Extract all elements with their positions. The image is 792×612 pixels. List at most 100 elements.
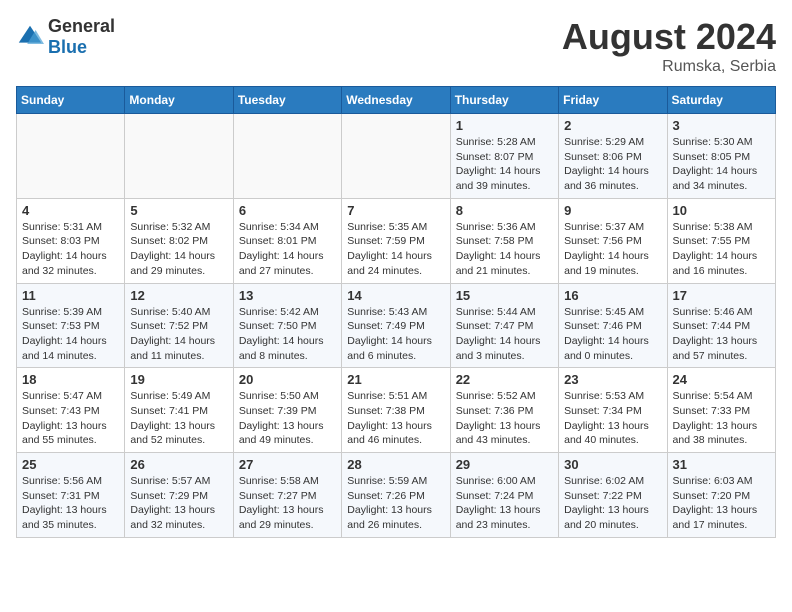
day-info: Sunrise: 5:50 AMSunset: 7:39 PMDaylight:…: [239, 389, 336, 448]
weekday-header-thursday: Thursday: [450, 87, 558, 114]
day-info: Sunrise: 5:56 AMSunset: 7:31 PMDaylight:…: [22, 474, 119, 533]
weekday-header-saturday: Saturday: [667, 87, 775, 114]
day-info: Sunrise: 5:49 AMSunset: 7:41 PMDaylight:…: [130, 389, 227, 448]
calendar-cell: [342, 114, 450, 199]
day-number: 9: [564, 203, 661, 218]
calendar-cell: 12 Sunrise: 5:40 AMSunset: 7:52 PMDayligh…: [125, 283, 233, 368]
day-number: 26: [130, 457, 227, 472]
day-info: Sunrise: 6:02 AMSunset: 7:22 PMDaylight:…: [564, 474, 661, 533]
weekday-header-sunday: Sunday: [17, 87, 125, 114]
day-info: Sunrise: 6:03 AMSunset: 7:20 PMDaylight:…: [673, 474, 770, 533]
day-info: Sunrise: 5:51 AMSunset: 7:38 PMDaylight:…: [347, 389, 444, 448]
calendar-cell: 2Sunrise: 5:29 AMSunset: 8:06 PMDaylight…: [559, 114, 667, 199]
calendar-cell: 13Sunrise: 5:42 AMSunset: 7:50 PMDayligh…: [233, 283, 341, 368]
calendar-cell: 31Sunrise: 6:03 AMSunset: 7:20 PMDayligh…: [667, 453, 775, 538]
calendar-cell: 26 Sunrise: 5:57 AMSunset: 7:29 PMDayligh…: [125, 453, 233, 538]
calendar-title: August 2024: [562, 16, 776, 58]
calendar-cell: 9 Sunrise: 5:37 AMSunset: 7:56 PMDaylight…: [559, 198, 667, 283]
day-info: Sunrise: 6:00 AMSunset: 7:24 PMDaylight:…: [456, 474, 553, 533]
calendar-cell: 16Sunrise: 5:45 AMSunset: 7:46 PMDayligh…: [559, 283, 667, 368]
calendar-cell: 18 Sunrise: 5:47 AMSunset: 7:43 PMDayligh…: [17, 368, 125, 453]
calendar-week-4: 18 Sunrise: 5:47 AMSunset: 7:43 PMDayligh…: [17, 368, 776, 453]
day-info: Sunrise: 5:34 AMSunset: 8:01 PMDaylight:…: [239, 220, 336, 279]
day-info: Sunrise: 5:53 AMSunset: 7:34 PMDaylight:…: [564, 389, 661, 448]
calendar-cell: 6 Sunrise: 5:34 AMSunset: 8:01 PMDaylight…: [233, 198, 341, 283]
day-info: Sunrise: 5:30 AMSunset: 8:05 PMDaylight:…: [673, 135, 770, 194]
weekday-header-tuesday: Tuesday: [233, 87, 341, 114]
day-number: 20: [239, 372, 336, 387]
calendar-cell: 29 Sunrise: 6:00 AMSunset: 7:24 PMDayligh…: [450, 453, 558, 538]
logo-blue-text: Blue: [48, 37, 115, 58]
calendar-cell: 27 Sunrise: 5:58 AMSunset: 7:27 PMDayligh…: [233, 453, 341, 538]
calendar-cell: 14Sunrise: 5:43 AMSunset: 7:49 PMDayligh…: [342, 283, 450, 368]
day-info: Sunrise: 5:57 AMSunset: 7:29 PMDaylight:…: [130, 474, 227, 533]
day-number: 11: [22, 288, 119, 303]
day-number: 6: [239, 203, 336, 218]
calendar-header: SundayMondayTuesdayWednesdayThursdayFrid…: [17, 87, 776, 114]
logo-text: General Blue: [48, 16, 115, 58]
day-info: Sunrise: 5:58 AMSunset: 7:27 PMDaylight:…: [239, 474, 336, 533]
logo: General Blue: [16, 16, 115, 58]
calendar-subtitle: Rumska, Serbia: [562, 58, 776, 76]
day-info: Sunrise: 5:52 AMSunset: 7:36 PMDaylight:…: [456, 389, 553, 448]
calendar-cell: 21 Sunrise: 5:51 AMSunset: 7:38 PMDayligh…: [342, 368, 450, 453]
day-number: 21: [347, 372, 444, 387]
day-info: Sunrise: 5:43 AMSunset: 7:49 PMDaylight:…: [347, 305, 444, 364]
day-number: 22: [456, 372, 553, 387]
calendar-week-2: 4Sunrise: 5:31 AMSunset: 8:03 PMDaylight…: [17, 198, 776, 283]
calendar-cell: 7Sunrise: 5:35 AMSunset: 7:59 PMDaylight…: [342, 198, 450, 283]
day-number: 3: [673, 118, 770, 133]
calendar-cell: 30 Sunrise: 6:02 AMSunset: 7:22 PMDayligh…: [559, 453, 667, 538]
day-info: Sunrise: 5:45 AMSunset: 7:46 PMDaylight:…: [564, 305, 661, 364]
logo-icon: [16, 23, 44, 51]
day-number: 12: [130, 288, 227, 303]
calendar-cell: 25 Sunrise: 5:56 AMSunset: 7:31 PMDayligh…: [17, 453, 125, 538]
calendar-cell: 28 Sunrise: 5:59 AMSunset: 7:26 PMDayligh…: [342, 453, 450, 538]
calendar-cell: 22 Sunrise: 5:52 AMSunset: 7:36 PMDayligh…: [450, 368, 558, 453]
page-header: General Blue August 2024 Rumska, Serbia: [16, 16, 776, 76]
day-number: 5: [130, 203, 227, 218]
calendar-week-5: 25 Sunrise: 5:56 AMSunset: 7:31 PMDayligh…: [17, 453, 776, 538]
logo-general-text: General: [48, 16, 115, 37]
day-info: Sunrise: 5:29 AMSunset: 8:06 PMDaylight:…: [564, 135, 661, 194]
day-info: Sunrise: 5:46 AMSunset: 7:44 PMDaylight:…: [673, 305, 770, 364]
day-number: 8: [456, 203, 553, 218]
day-info: Sunrise: 5:44 AMSunset: 7:47 PMDaylight:…: [456, 305, 553, 364]
day-info: Sunrise: 5:35 AMSunset: 7:59 PMDaylight:…: [347, 220, 444, 279]
calendar-table: SundayMondayTuesdayWednesdayThursdayFrid…: [16, 86, 776, 538]
weekday-header-monday: Monday: [125, 87, 233, 114]
day-number: 24: [673, 372, 770, 387]
day-info: Sunrise: 5:38 AMSunset: 7:55 PMDaylight:…: [673, 220, 770, 279]
calendar-cell: [17, 114, 125, 199]
day-number: 28: [347, 457, 444, 472]
calendar-cell: 24Sunrise: 5:54 AMSunset: 7:33 PMDayligh…: [667, 368, 775, 453]
day-info: Sunrise: 5:40 AMSunset: 7:52 PMDaylight:…: [130, 305, 227, 364]
calendar-body: 1Sunrise: 5:28 AMSunset: 8:07 PMDaylight…: [17, 114, 776, 538]
day-info: Sunrise: 5:39 AMSunset: 7:53 PMDaylight:…: [22, 305, 119, 364]
day-info: Sunrise: 5:59 AMSunset: 7:26 PMDaylight:…: [347, 474, 444, 533]
calendar-cell: 1Sunrise: 5:28 AMSunset: 8:07 PMDaylight…: [450, 114, 558, 199]
weekday-row: SundayMondayTuesdayWednesdayThursdayFrid…: [17, 87, 776, 114]
calendar-cell: 3 Sunrise: 5:30 AMSunset: 8:05 PMDaylight…: [667, 114, 775, 199]
calendar-cell: 8 Sunrise: 5:36 AMSunset: 7:58 PMDaylight…: [450, 198, 558, 283]
day-number: 27: [239, 457, 336, 472]
day-number: 4: [22, 203, 119, 218]
calendar-cell: [125, 114, 233, 199]
day-number: 10: [673, 203, 770, 218]
calendar-cell: 23Sunrise: 5:53 AMSunset: 7:34 PMDayligh…: [559, 368, 667, 453]
weekday-header-friday: Friday: [559, 87, 667, 114]
day-number: 15: [456, 288, 553, 303]
day-number: 30: [564, 457, 661, 472]
day-number: 17: [673, 288, 770, 303]
day-number: 25: [22, 457, 119, 472]
day-info: Sunrise: 5:37 AMSunset: 7:56 PMDaylight:…: [564, 220, 661, 279]
day-info: Sunrise: 5:36 AMSunset: 7:58 PMDaylight:…: [456, 220, 553, 279]
day-info: Sunrise: 5:28 AMSunset: 8:07 PMDaylight:…: [456, 135, 553, 194]
day-number: 18: [22, 372, 119, 387]
calendar-cell: [233, 114, 341, 199]
day-number: 29: [456, 457, 553, 472]
day-info: Sunrise: 5:47 AMSunset: 7:43 PMDaylight:…: [22, 389, 119, 448]
calendar-cell: 15 Sunrise: 5:44 AMSunset: 7:47 PMDayligh…: [450, 283, 558, 368]
day-number: 13: [239, 288, 336, 303]
weekday-header-wednesday: Wednesday: [342, 87, 450, 114]
